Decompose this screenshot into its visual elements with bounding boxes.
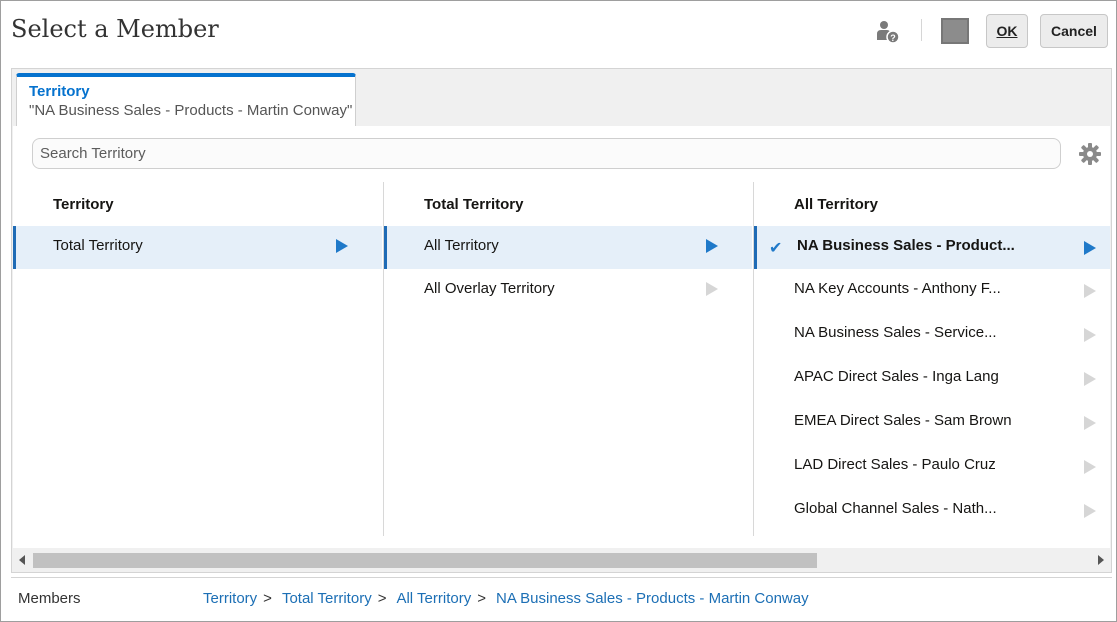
member-list: Total Territory (13, 226, 382, 269)
dialog-title: Select a Member (11, 15, 219, 43)
list-item[interactable]: NA Key Accounts - Anthony F... (754, 269, 1110, 313)
members-footer: Members Territory > Total Territory > All Te… (11, 577, 1112, 617)
cancel-button[interactable]: Cancel (1040, 14, 1108, 48)
list-item[interactable]: LAD Direct Sales - Paulo Cruz (754, 445, 1110, 489)
list-item-label: All Territory (424, 237, 499, 254)
svg-text:?: ? (890, 33, 896, 43)
user-help-icon[interactable]: ? (876, 20, 900, 44)
chevron-right-icon[interactable] (1084, 460, 1096, 474)
member-list: ✔ NA Business Sales - Product... NA Key … (754, 226, 1110, 533)
dialog-header: Select a Member ? OK Cancel (1, 1, 1116, 63)
column-all-territory: All Territory ✔ NA Business Sales - Prod… (753, 182, 1110, 536)
chevron-right-icon[interactable] (706, 239, 718, 253)
tab-territory[interactable]: Territory "NA Business Sales - Products … (16, 73, 356, 127)
list-item-label: NA Business Sales - Product... (797, 237, 1015, 254)
list-item-label: Total Territory (53, 237, 143, 254)
breadcrumb-link[interactable]: All Territory (396, 590, 471, 607)
scroll-left-icon[interactable] (19, 555, 25, 565)
chevron-right-icon[interactable] (1084, 372, 1096, 386)
list-item[interactable]: APAC Direct Sales - Inga Lang (754, 357, 1110, 401)
breadcrumb-link[interactable]: Territory (203, 590, 257, 607)
square-toggle-button[interactable] (941, 18, 969, 44)
tab-title: Territory (29, 83, 90, 100)
list-item[interactable]: All Territory (384, 226, 752, 269)
list-item[interactable]: All Overlay Territory (384, 269, 752, 313)
horizontal-scrollbar[interactable] (13, 548, 1110, 572)
chevron-right-icon[interactable] (1084, 504, 1096, 518)
members-label: Members (18, 590, 81, 607)
column-header: Total Territory (424, 196, 524, 213)
list-item-label: EMEA Direct Sales - Sam Brown (794, 412, 1012, 429)
list-item-label: Global Channel Sales - Nath... (794, 500, 997, 517)
list-item-label: APAC Direct Sales - Inga Lang (794, 368, 999, 385)
breadcrumb-separator: > (263, 590, 272, 607)
breadcrumb-separator: > (477, 590, 486, 607)
chevron-right-icon[interactable] (1084, 328, 1096, 342)
column-header: All Territory (794, 196, 878, 213)
scroll-right-icon[interactable] (1098, 555, 1104, 565)
gear-icon[interactable] (1078, 142, 1102, 166)
chevron-right-icon[interactable] (1084, 241, 1096, 255)
chevron-right-icon[interactable] (1084, 284, 1096, 298)
list-item-label: All Overlay Territory (424, 280, 555, 297)
checkmark-icon: ✔ (769, 240, 783, 257)
scrollbar-thumb[interactable] (33, 553, 817, 568)
list-item[interactable]: Total Territory (13, 226, 382, 269)
list-item-label: LAD Direct Sales - Paulo Cruz (794, 456, 996, 473)
tab-subtitle: "NA Business Sales - Products - Martin C… (29, 102, 353, 119)
list-item[interactable]: ✔ NA Business Sales - Product... (754, 226, 1110, 269)
breadcrumb-link[interactable]: Total Territory (282, 590, 372, 607)
breadcrumb-separator: > (377, 590, 387, 607)
chevron-right-icon[interactable] (706, 282, 718, 296)
member-selector-area: Territory "NA Business Sales - Products … (11, 68, 1112, 573)
select-member-dialog: Select a Member ? OK Cancel Territory "N… (0, 0, 1117, 622)
columns-panel: Territory Total Territory Total Territor… (13, 126, 1110, 548)
list-item[interactable]: Global Channel Sales - Nath... (754, 489, 1110, 533)
chevron-right-icon[interactable] (1084, 416, 1096, 430)
search-input[interactable] (32, 138, 1061, 169)
member-list: All Territory All Overlay Territory (384, 226, 752, 313)
list-item-label: NA Business Sales - Service... (794, 324, 997, 341)
column-total-territory: Total Territory All Territory All Overla… (383, 182, 752, 536)
breadcrumb: Territory > Total Territory > All Territory >… (203, 590, 809, 607)
chevron-right-icon[interactable] (336, 239, 348, 253)
column-territory: Territory Total Territory (13, 182, 382, 536)
ok-button[interactable]: OK (986, 14, 1028, 48)
toolbar-divider (921, 19, 922, 41)
list-item[interactable]: EMEA Direct Sales - Sam Brown (754, 401, 1110, 445)
column-header: Territory (53, 196, 114, 213)
list-item-label: NA Key Accounts - Anthony F... (794, 280, 1001, 297)
list-item[interactable]: NA Business Sales - Service... (754, 313, 1110, 357)
breadcrumb-link[interactable]: NA Business Sales - Products - Martin Co… (496, 590, 809, 607)
